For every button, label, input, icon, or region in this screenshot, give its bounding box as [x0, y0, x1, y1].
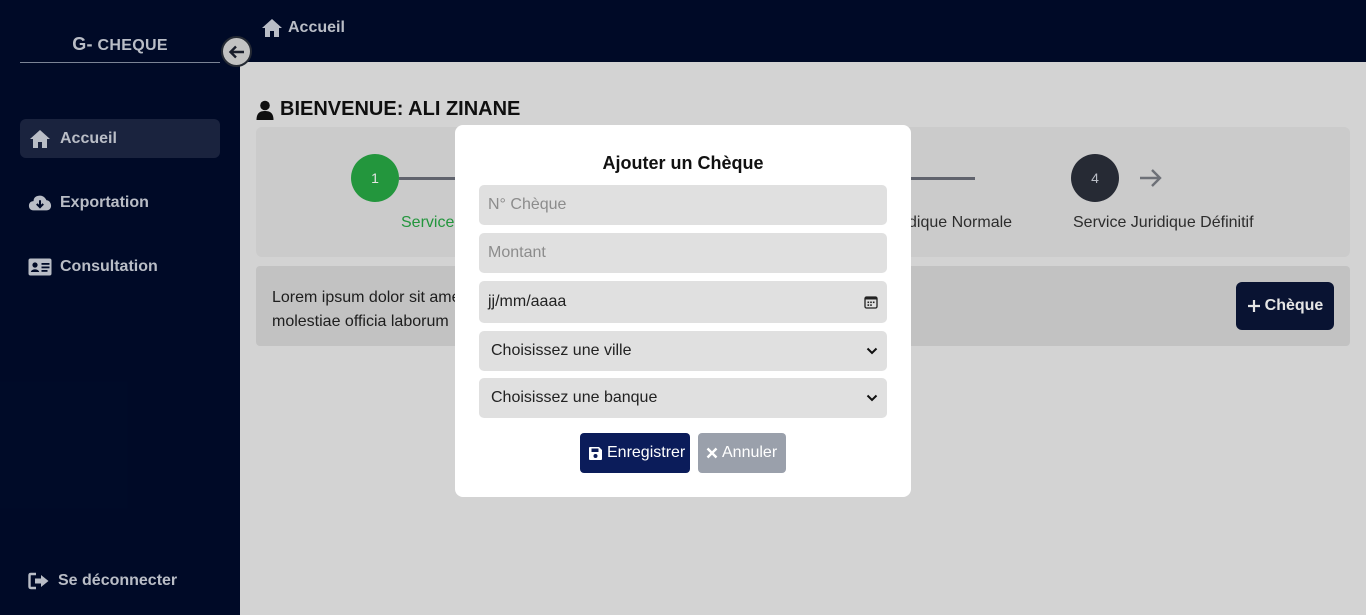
city-select-value: Choisissez une ville [491, 342, 632, 359]
save-label: Enregistrer [607, 444, 686, 461]
modal-actions: Enregistrer Annuler [455, 433, 911, 473]
modal-title: Ajouter un Chèque [602, 153, 764, 173]
chevron-down-icon [866, 347, 878, 355]
calendar-icon[interactable] [864, 295, 878, 309]
chevron-down-icon [866, 394, 878, 402]
cheque-number-placeholder: N° Chèque [488, 196, 567, 213]
save-button[interactable]: Enregistrer [580, 433, 690, 473]
close-icon [706, 447, 718, 459]
add-cheque-modal: Ajouter un Chèque N° Chèque Montant jj/m… [455, 125, 911, 497]
date-placeholder: jj/mm/aaaa [488, 293, 567, 310]
cancel-label: Annuler [722, 444, 778, 461]
amount-placeholder: Montant [488, 244, 546, 261]
amount-input[interactable]: Montant [479, 233, 887, 273]
city-select[interactable]: Choisissez une ville [479, 331, 887, 371]
date-input[interactable]: jj/mm/aaaa [479, 281, 887, 323]
save-icon [588, 446, 603, 461]
bank-select-value: Choisissez une banque [491, 389, 658, 406]
cancel-button[interactable]: Annuler [698, 433, 786, 473]
cheque-number-input[interactable]: N° Chèque [479, 185, 887, 225]
bank-select[interactable]: Choisissez une banque [479, 378, 887, 418]
